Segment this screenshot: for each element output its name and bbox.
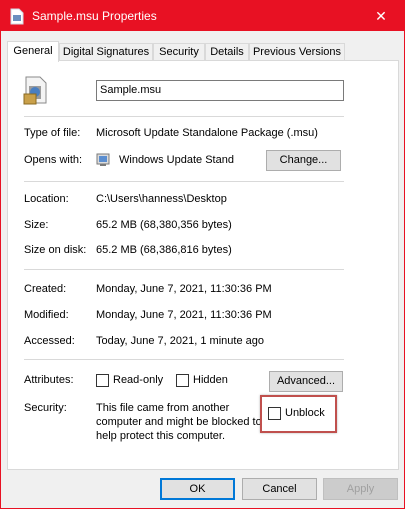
readonly-checkbox[interactable]	[96, 374, 109, 387]
filename-input[interactable]: Sample.msu	[96, 80, 344, 101]
security-text-line1: This file came from another	[96, 402, 230, 414]
type-label: Type of file:	[24, 127, 81, 139]
hidden-label[interactable]: Hidden	[193, 374, 228, 386]
opens-with-value: Windows Update Stand	[119, 154, 234, 166]
hidden-checkbox[interactable]	[176, 374, 189, 387]
security-text-line2: computer and might be blocked to	[96, 416, 262, 428]
tab-digital-signatures[interactable]: Digital Signatures	[59, 43, 153, 60]
close-icon: ✕	[375, 7, 387, 24]
modified-label: Modified:	[24, 309, 69, 321]
title-bar[interactable]: Sample.msu Properties ✕	[1, 1, 404, 31]
tab-previous-versions[interactable]: Previous Versions	[249, 43, 345, 60]
file-icon	[10, 8, 24, 25]
unblock-label[interactable]: Unblock	[285, 407, 325, 419]
msu-package-icon	[23, 76, 47, 105]
attributes-label: Attributes:	[24, 374, 74, 386]
size-label: Size:	[24, 219, 49, 231]
divider	[24, 359, 344, 360]
divider	[24, 181, 344, 182]
apply-button[interactable]: Apply	[323, 478, 398, 500]
tab-details[interactable]: Details	[205, 43, 249, 60]
accessed-label: Accessed:	[24, 335, 75, 347]
ok-button[interactable]: OK	[160, 478, 235, 500]
tab-security[interactable]: Security	[153, 43, 205, 60]
created-value: Monday, June 7, 2021, 11:30:36 PM	[96, 283, 272, 295]
size-value: 65.2 MB (68,380,356 bytes)	[96, 219, 232, 231]
cancel-button[interactable]: Cancel	[242, 478, 317, 500]
divider	[24, 269, 344, 270]
modified-value: Monday, June 7, 2021, 11:30:36 PM	[96, 309, 272, 321]
close-button[interactable]: ✕	[358, 1, 404, 31]
change-button[interactable]: Change...	[266, 150, 341, 171]
advanced-button[interactable]: Advanced...	[269, 371, 343, 392]
type-value: Microsoft Update Standalone Package (.ms…	[96, 127, 318, 139]
location-value: C:\Users\hanness\Desktop	[96, 193, 227, 205]
divider	[24, 116, 344, 117]
general-panel: Sample.msu Type of file: Microsoft Updat…	[7, 60, 399, 470]
window-title: Sample.msu Properties	[32, 9, 157, 23]
security-text-line3: help protect this computer.	[96, 430, 226, 442]
readonly-label[interactable]: Read-only	[113, 374, 163, 386]
unblock-checkbox[interactable]	[268, 407, 281, 420]
tab-general[interactable]: General	[7, 41, 59, 62]
properties-window: Sample.msu Properties ✕ General Digital …	[0, 0, 405, 509]
opens-with-label: Opens with:	[24, 154, 83, 166]
accessed-value: Today, June 7, 2021, 1 minute ago	[96, 335, 264, 347]
size-on-disk-value: 65.2 MB (68,386,816 bytes)	[96, 244, 232, 256]
size-on-disk-label: Size on disk:	[24, 244, 87, 256]
created-label: Created:	[24, 283, 67, 295]
security-label: Security:	[24, 402, 67, 414]
location-label: Location:	[24, 193, 69, 205]
windows-update-icon	[96, 153, 110, 166]
